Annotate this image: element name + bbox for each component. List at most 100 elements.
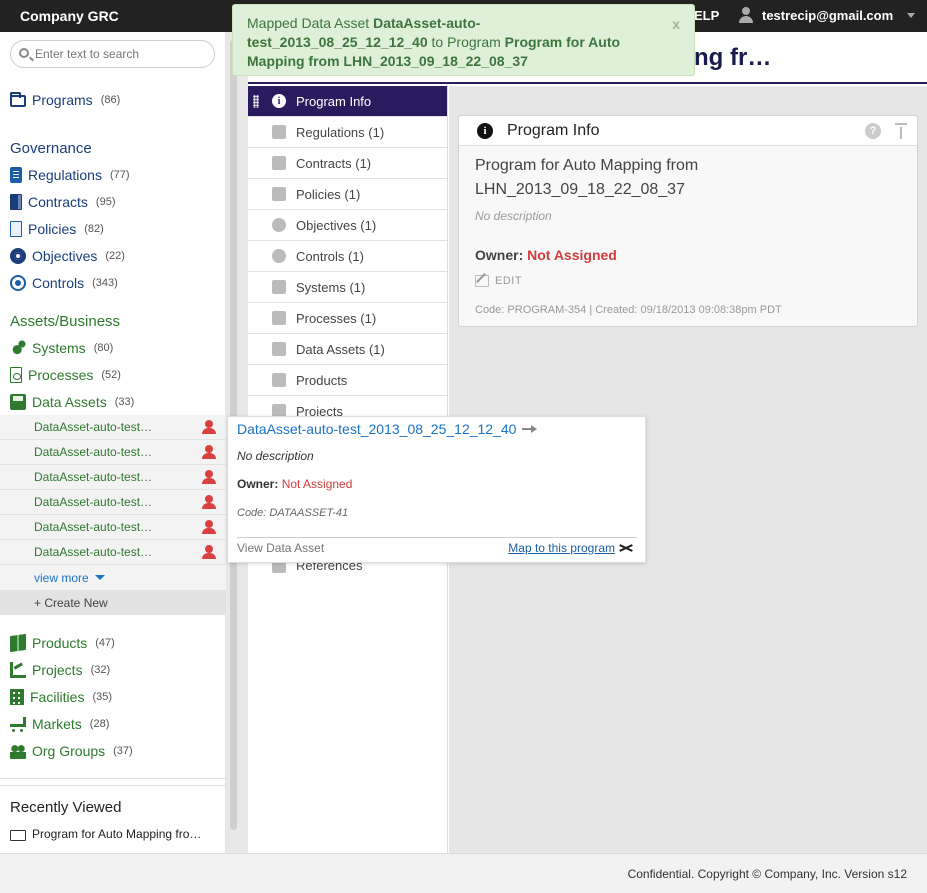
tab-processes[interactable]: Processes (1) bbox=[248, 303, 447, 334]
tab-data-assets[interactable]: Data Assets (1) bbox=[248, 334, 447, 365]
divider bbox=[237, 537, 637, 538]
regulation-icon bbox=[272, 125, 286, 139]
list-item-label: DataAsset-auto-test… bbox=[34, 470, 153, 484]
sidebar-item-markets[interactable]: Markets (28) bbox=[10, 714, 109, 734]
edit-label: EDIT bbox=[495, 275, 523, 287]
tab-program-info[interactable]: i Program Info bbox=[248, 86, 447, 117]
sidebar-item-systems[interactable]: Systems (80) bbox=[10, 338, 113, 358]
sidebar-item-label: Objectives bbox=[32, 248, 98, 264]
view-data-asset-link[interactable]: View Data Asset bbox=[237, 541, 324, 555]
sidebar-item-policies[interactable]: Policies (82) bbox=[10, 219, 104, 239]
help-icon[interactable]: ? bbox=[865, 123, 881, 139]
sidebar-item-projects[interactable]: Projects (32) bbox=[10, 660, 110, 680]
tab-label: Objectives (1) bbox=[296, 217, 377, 233]
policy-icon bbox=[10, 221, 22, 237]
sidebar-item-label: Markets bbox=[32, 716, 82, 732]
help-link[interactable]: ELP bbox=[694, 8, 719, 23]
create-new-button[interactable]: + Create New bbox=[0, 590, 226, 615]
folder-icon bbox=[10, 92, 26, 107]
chevron-down-icon bbox=[907, 12, 916, 18]
app-title[interactable]: Company GRC bbox=[20, 8, 119, 24]
list-item[interactable]: DataAsset-auto-test… bbox=[0, 540, 226, 565]
sidebar-item-label: Projects bbox=[32, 662, 83, 678]
program-name: Program for Auto Mapping from LHN_2013_0… bbox=[475, 157, 699, 198]
sidebar-item-label: Products bbox=[32, 635, 88, 651]
close-icon[interactable]: x bbox=[672, 15, 680, 34]
tab-label: Regulations (1) bbox=[296, 124, 385, 140]
sidebar: Programs (86) Governance Regulations (77… bbox=[0, 32, 226, 853]
user-icon bbox=[202, 495, 216, 509]
divider bbox=[0, 785, 226, 786]
recently-viewed-item[interactable]: Program for Auto Mapping fro… bbox=[10, 827, 201, 841]
sidebar-item-count: (86) bbox=[100, 94, 121, 106]
list-item[interactable]: DataAsset-auto-test… bbox=[0, 490, 226, 515]
owner-value: Not Assigned bbox=[527, 247, 617, 263]
sidebar-item-objectives[interactable]: Objectives (22) bbox=[10, 246, 125, 266]
footer-text: Confidential. Copyright © Company, Inc. … bbox=[627, 867, 907, 881]
section-heading-governance[interactable]: Governance bbox=[10, 140, 92, 157]
popover-title: DataAsset-auto-test_2013_08_25_12_12_40 bbox=[237, 421, 517, 437]
sidebar-item-data-assets[interactable]: Data Assets (33) bbox=[10, 392, 134, 412]
sidebar-item-controls[interactable]: Controls (343) bbox=[10, 273, 118, 293]
folder-icon bbox=[10, 829, 26, 841]
user-icon bbox=[202, 545, 216, 559]
info-icon: i bbox=[272, 94, 286, 108]
objective-icon bbox=[10, 248, 26, 264]
process-icon bbox=[272, 311, 286, 325]
section-heading-assets[interactable]: Assets/Business bbox=[10, 313, 120, 330]
search-input[interactable] bbox=[35, 46, 205, 62]
sidebar-item-count: (22) bbox=[105, 250, 125, 262]
list-item[interactable]: DataAsset-auto-test… bbox=[0, 415, 226, 440]
user-menu[interactable]: testrecip@gmail.com bbox=[738, 7, 916, 23]
sidebar-item-facilities[interactable]: Facilities (35) bbox=[10, 687, 112, 707]
user-icon bbox=[202, 470, 216, 484]
gears-icon bbox=[272, 280, 286, 294]
collapse-top-icon[interactable] bbox=[893, 122, 909, 140]
gears-icon bbox=[10, 340, 26, 356]
tab-contracts[interactable]: Contracts (1) bbox=[248, 148, 447, 179]
sidebar-item-count: (32) bbox=[90, 664, 111, 676]
view-more-link[interactable]: view more bbox=[0, 565, 226, 590]
sidebar-item-count: (47) bbox=[95, 637, 115, 649]
sidebar-item-products[interactable]: Products (47) bbox=[10, 633, 115, 653]
owner-label: Owner: bbox=[237, 477, 279, 491]
control-icon bbox=[10, 275, 26, 291]
sidebar-item-regulations[interactable]: Regulations (77) bbox=[10, 165, 130, 185]
edit-icon bbox=[475, 275, 489, 287]
tab-objectives[interactable]: Objectives (1) bbox=[248, 210, 447, 241]
notice-middle: to Program bbox=[427, 34, 505, 50]
popover-title-link[interactable]: DataAsset-auto-test_2013_08_25_12_12_40 bbox=[237, 421, 538, 437]
sidebar-item-label: Data Assets bbox=[32, 394, 107, 410]
footer: Confidential. Copyright © Company, Inc. … bbox=[0, 853, 927, 893]
search-box[interactable] bbox=[10, 40, 215, 68]
list-item[interactable]: DataAsset-auto-test… bbox=[0, 465, 226, 490]
user-icon bbox=[202, 520, 216, 534]
tab-systems[interactable]: Systems (1) bbox=[248, 272, 447, 303]
sidebar-item-contracts[interactable]: Contracts (95) bbox=[10, 192, 115, 212]
drag-handle-icon[interactable] bbox=[253, 95, 259, 108]
sidebar-item-count: (52) bbox=[101, 369, 121, 381]
data-asset-icon bbox=[272, 342, 286, 356]
sidebar-item-org-groups[interactable]: Org Groups (37) bbox=[10, 741, 133, 761]
list-item-label: DataAsset-auto-test… bbox=[34, 420, 153, 434]
tab-regulations[interactable]: Regulations (1) bbox=[248, 117, 447, 148]
owner-label: Owner: bbox=[475, 247, 524, 263]
tab-label: Data Assets (1) bbox=[296, 341, 385, 357]
sidebar-item-count: (28) bbox=[89, 718, 110, 730]
arrow-right-icon bbox=[522, 425, 538, 433]
list-item[interactable]: DataAsset-auto-test… bbox=[0, 515, 226, 540]
tab-products[interactable]: Products bbox=[248, 365, 447, 396]
tab-controls[interactable]: Controls (1) bbox=[248, 241, 447, 272]
tab-label: Contracts (1) bbox=[296, 155, 372, 171]
list-item[interactable]: DataAsset-auto-test… bbox=[0, 440, 226, 465]
sidebar-item-programs[interactable]: Programs (86) bbox=[10, 90, 120, 110]
map-to-program-link[interactable]: Map to this program bbox=[508, 541, 633, 555]
user-icon bbox=[202, 420, 216, 434]
popover-code: Code: DATAASSET-41 bbox=[237, 507, 349, 519]
tab-label: Systems (1) bbox=[296, 279, 366, 295]
sidebar-item-processes[interactable]: Processes (52) bbox=[10, 365, 121, 385]
edit-button[interactable]: EDIT bbox=[475, 275, 522, 287]
tab-policies[interactable]: Policies (1) bbox=[248, 179, 447, 210]
popover-owner: Owner: Not Assigned bbox=[237, 477, 352, 491]
card-header: i Program Info bbox=[459, 116, 917, 146]
